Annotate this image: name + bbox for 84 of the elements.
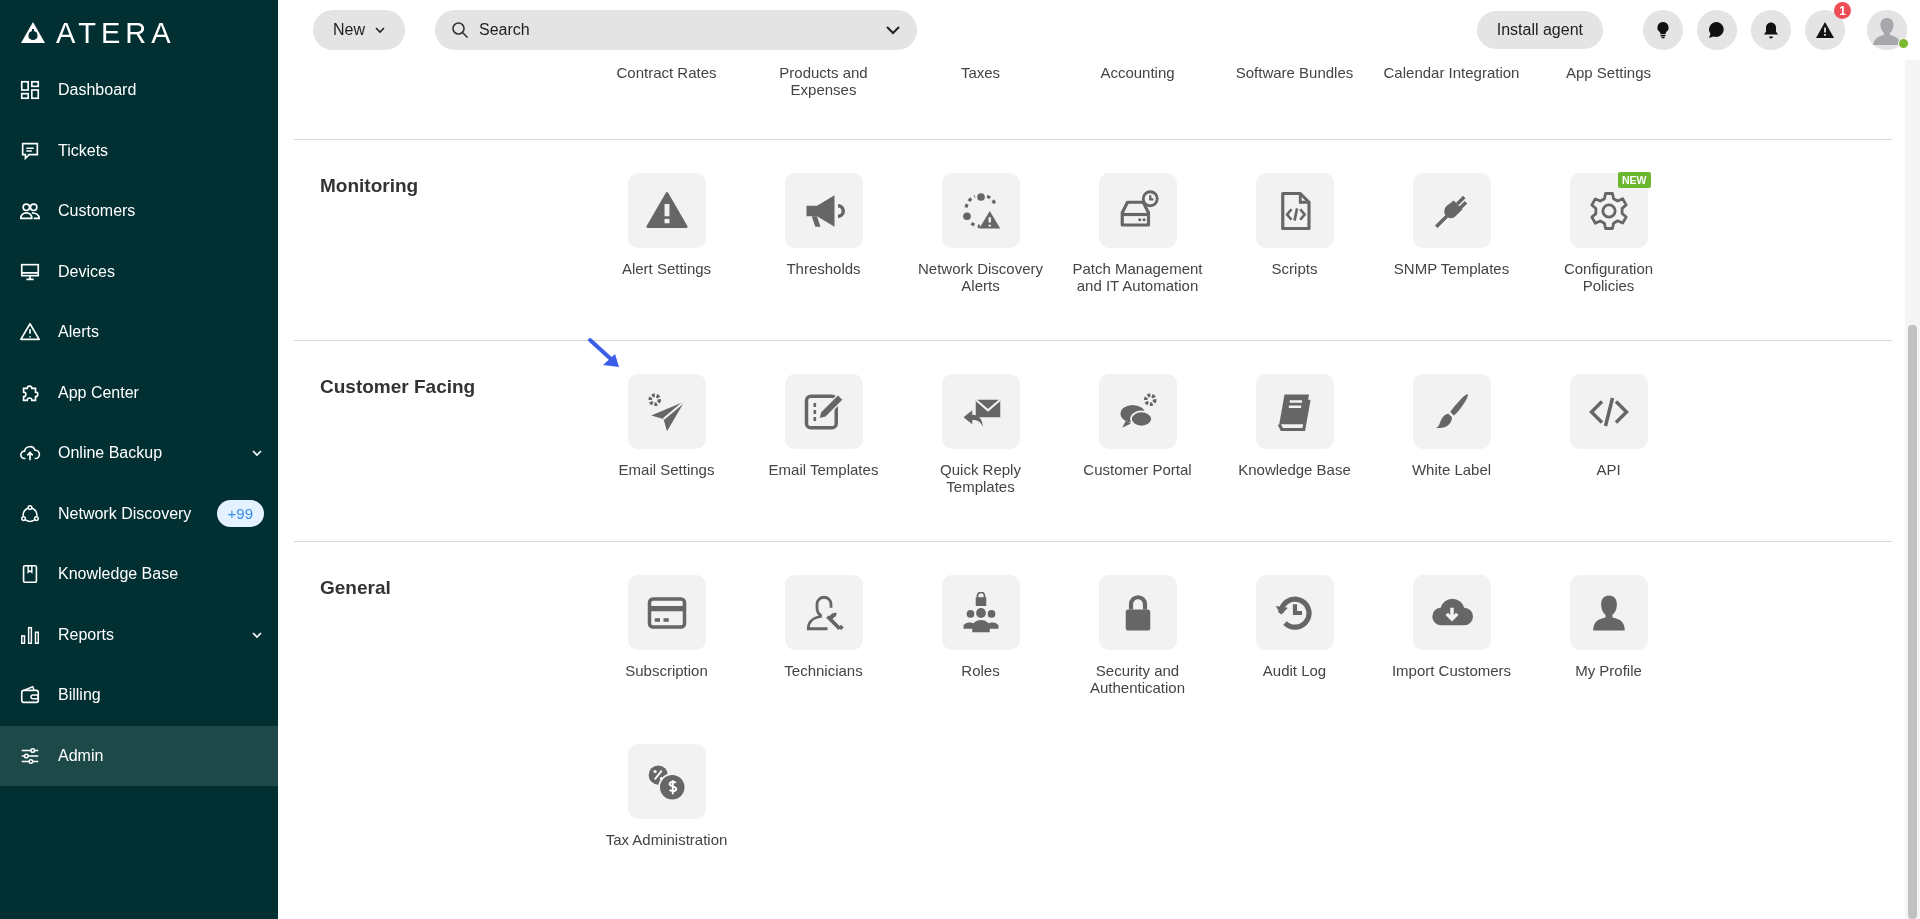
- settings-tile[interactable]: [784, 173, 863, 248]
- settings-tile[interactable]: [1569, 374, 1648, 449]
- logo-text: ATERA: [56, 18, 176, 48]
- bell-icon: [1761, 20, 1781, 40]
- settings-tile[interactable]: [941, 374, 1020, 449]
- settings-tile[interactable]: [1255, 575, 1334, 650]
- settings-link[interactable]: White Label: [1411, 461, 1492, 478]
- settings-link[interactable]: Import Customers: [1391, 662, 1512, 679]
- scrollbar[interactable]: [1905, 60, 1920, 919]
- settings-link[interactable]: Customer Portal: [1083, 461, 1192, 478]
- settings-tile[interactable]: [627, 744, 706, 819]
- search-field[interactable]: Search: [435, 10, 917, 50]
- settings-tile[interactable]: [941, 575, 1020, 650]
- settings-link[interactable]: Technicians: [784, 662, 863, 679]
- sidebar-item[interactable]: Customers: [0, 181, 278, 242]
- settings-tile[interactable]: [1569, 575, 1648, 650]
- sidebar-item[interactable]: Alerts: [0, 302, 278, 363]
- settings-tile[interactable]: [784, 374, 863, 449]
- section-title: Monitoring: [320, 175, 419, 196]
- install-agent-button[interactable]: Install agent: [1476, 11, 1603, 49]
- chat-button[interactable]: [1697, 10, 1737, 50]
- settings-tile[interactable]: [1412, 374, 1491, 449]
- search-icon: [451, 21, 469, 39]
- settings-link[interactable]: Contract Rates: [616, 64, 717, 81]
- settings-tile[interactable]: [627, 575, 706, 650]
- notifications-button[interactable]: [1751, 10, 1791, 50]
- section-title: Customer Facing: [320, 376, 476, 397]
- settings-tile[interactable]: [1098, 173, 1177, 248]
- settings-link[interactable]: Scripts: [1271, 260, 1318, 277]
- settings-link[interactable]: Thresholds: [786, 260, 861, 277]
- settings-link[interactable]: Email Settings: [618, 461, 715, 478]
- settings-tile[interactable]: [941, 173, 1020, 248]
- dashboard-icon: [19, 79, 41, 102]
- settings-tile[interactable]: [1412, 575, 1491, 650]
- settings-link[interactable]: Software Bundles: [1235, 64, 1354, 81]
- settings-link[interactable]: Subscription: [625, 662, 708, 679]
- sidebar-item[interactable]: Tickets: [0, 120, 278, 181]
- sidebar-item[interactable]: Billing: [0, 665, 278, 726]
- settings-tile[interactable]: [1412, 173, 1491, 248]
- sidebar-item[interactable]: Online Backup: [0, 423, 278, 484]
- sidebar-item[interactable]: Network Discovery +99: [0, 483, 278, 544]
- new-badge: NEW: [1618, 172, 1651, 188]
- settings-link[interactable]: Email Templates: [768, 461, 879, 478]
- settings-tile[interactable]: [1255, 374, 1334, 449]
- settings-tile[interactable]: [627, 173, 706, 248]
- sidebar-item[interactable]: Reports: [0, 604, 278, 665]
- settings-link[interactable]: Patch Management and IT Automation: [1067, 260, 1208, 294]
- settings-link[interactable]: Audit Log: [1262, 662, 1327, 679]
- settings-link[interactable]: Quick Reply Templates: [910, 461, 1051, 495]
- settings-link[interactable]: Alert Settings: [621, 260, 712, 277]
- new-button[interactable]: New: [313, 10, 405, 50]
- logo-icon: [20, 21, 46, 45]
- chat-bubble-icon: [1707, 20, 1727, 40]
- settings-tile[interactable]: [1255, 173, 1334, 248]
- settings-tile[interactable]: [784, 575, 863, 650]
- sidebar-item[interactable]: Knowledge Base: [0, 544, 278, 605]
- paper-plane-gear-icon: [645, 390, 688, 433]
- warning-icon: [1815, 20, 1835, 40]
- settings-link[interactable]: API: [1596, 461, 1621, 478]
- settings-tile[interactable]: [1098, 575, 1177, 650]
- settings-link[interactable]: My Profile: [1575, 662, 1642, 679]
- sidebar-item[interactable]: Dashboard: [0, 60, 278, 121]
- settings-link[interactable]: Security and Authentication: [1067, 662, 1208, 696]
- settings-link[interactable]: App Settings: [1565, 64, 1652, 81]
- settings-link[interactable]: Products and Expenses: [753, 64, 894, 98]
- settings-tile[interactable]: [1098, 374, 1177, 449]
- sidebar-item[interactable]: App Center: [0, 362, 278, 423]
- count-badge: +99: [216, 500, 264, 528]
- sidebar-item[interactable]: Devices: [0, 241, 278, 302]
- settings-link[interactable]: SNMP Templates: [1393, 260, 1510, 277]
- settings-link[interactable]: Calendar Integration: [1383, 64, 1520, 81]
- network-icon: [19, 502, 41, 525]
- settings-link[interactable]: Tax Administration: [605, 831, 728, 848]
- sidebar-item[interactable]: Admin: [0, 725, 278, 786]
- notification-badge: 1: [1834, 2, 1851, 19]
- settings-link[interactable]: Accounting: [1100, 64, 1175, 81]
- settings-link[interactable]: Taxes: [960, 64, 1001, 81]
- lightbulb-button[interactable]: [1643, 10, 1683, 50]
- settings-link[interactable]: Network Discovery Alerts: [910, 260, 1051, 294]
- settings-link[interactable]: Roles: [961, 662, 1000, 679]
- settings-link[interactable]: Configuration Policies: [1538, 260, 1679, 294]
- settings-tile[interactable]: [627, 374, 706, 449]
- settings-link[interactable]: Knowledge Base: [1238, 461, 1351, 478]
- section-title: General: [320, 577, 391, 598]
